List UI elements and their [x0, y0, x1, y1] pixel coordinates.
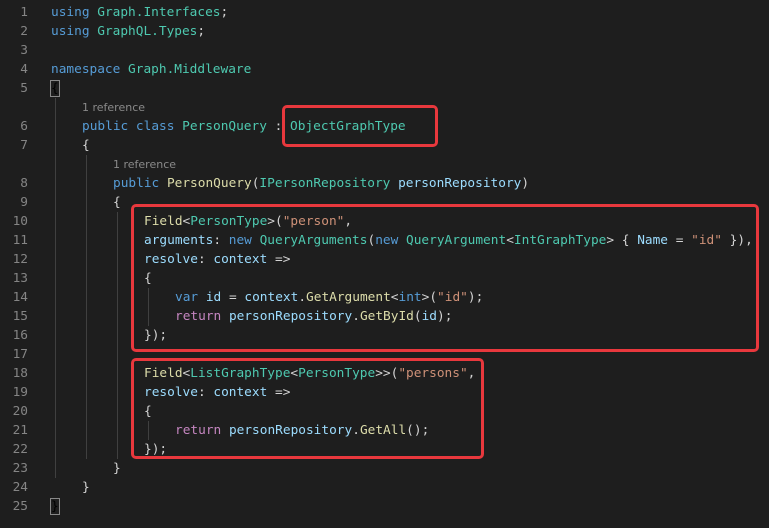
line-number: 16	[12, 328, 28, 343]
codelens-references-link[interactable]: 1 reference	[113, 155, 176, 174]
line-number: 20	[12, 404, 28, 419]
token-kw: public class	[82, 119, 183, 134]
token-ty: Graph.Interfaces	[97, 5, 221, 20]
code-text: }	[50, 497, 60, 516]
line-number: 6	[20, 119, 28, 134]
line-number: 5	[20, 81, 28, 96]
line-number: 19	[12, 385, 28, 400]
line-number: 22	[12, 442, 28, 457]
token-ty: GraphQL.Types	[97, 24, 198, 39]
indent-guide	[55, 98, 56, 478]
line-number: 4	[20, 62, 28, 77]
indent-guide	[86, 155, 87, 459]
token-ty: Graph.Middleware	[128, 62, 252, 77]
highlight-box-persons-field	[131, 358, 484, 459]
token-fn: PersonQuery	[166, 176, 252, 191]
token-bm: }	[50, 498, 60, 515]
line-number: 2	[20, 24, 28, 39]
line-number: 9	[20, 195, 28, 210]
token-bm: {	[50, 80, 60, 97]
line-number: 15	[12, 309, 28, 324]
codelens-references-link[interactable]: 1 reference	[82, 98, 145, 117]
code-text: namespace Graph.Middleware	[51, 60, 251, 79]
line-number: 24	[12, 480, 28, 495]
line-number: 3	[20, 43, 28, 58]
code-line: 1 using Graph.Interfaces;	[0, 3, 769, 22]
code-text: {	[113, 193, 121, 212]
token-var: personRepository	[398, 176, 522, 191]
token-pl: )	[521, 176, 530, 191]
code-line: 5{	[0, 79, 769, 98]
indent-guide	[117, 212, 118, 459]
token-pl: ;	[220, 5, 229, 20]
code-line: 24}	[0, 478, 769, 497]
line-number: 21	[12, 423, 28, 438]
line-number: 13	[12, 271, 28, 286]
line-number: 25	[12, 499, 28, 514]
token-kw: using	[51, 5, 98, 20]
code-text: public PersonQuery(IPersonRepository per…	[113, 174, 529, 193]
token-kw: using	[51, 24, 98, 39]
token-pl: {	[82, 138, 90, 153]
code-line: 4 namespace Graph.Middleware	[0, 60, 769, 79]
line-number: 18	[12, 366, 28, 381]
token-kw: public	[113, 176, 167, 191]
highlight-box-person-field	[131, 204, 759, 352]
code-text: {	[82, 136, 90, 155]
code-line: 25}	[0, 497, 769, 516]
token-ty: IPersonRepository	[259, 176, 399, 191]
code-text: }	[82, 478, 90, 497]
line-number: 23	[12, 461, 28, 476]
code-text: {	[50, 79, 60, 98]
line-number: 7	[20, 138, 28, 153]
code-line: 8 public PersonQuery(IPersonRepository pe…	[0, 174, 769, 193]
line-number: 1	[20, 5, 28, 20]
token-pl: ;	[197, 24, 206, 39]
code-text: using Graph.Interfaces;	[51, 3, 228, 22]
highlight-box-base-class	[282, 105, 438, 147]
code-text: using GraphQL.Types;	[51, 22, 205, 41]
codelens-row: 1 reference	[0, 155, 769, 174]
token-kw: namespace	[51, 62, 129, 77]
code-text: }	[113, 459, 121, 478]
line-number: 12	[12, 252, 28, 267]
line-number: 17	[12, 347, 28, 362]
line-number: 11	[12, 233, 28, 248]
line-number: 8	[20, 176, 28, 191]
line-number: 14	[12, 290, 28, 305]
code-line: 2 using GraphQL.Types;	[0, 22, 769, 41]
token-ty: PersonQuery	[182, 119, 267, 134]
line-number: 10	[12, 214, 28, 229]
code-line: 23}	[0, 459, 769, 478]
token-pl: {	[113, 195, 121, 210]
token-pl: }	[82, 480, 90, 495]
code-line: 3	[0, 41, 769, 60]
token-pl: }	[113, 461, 121, 476]
